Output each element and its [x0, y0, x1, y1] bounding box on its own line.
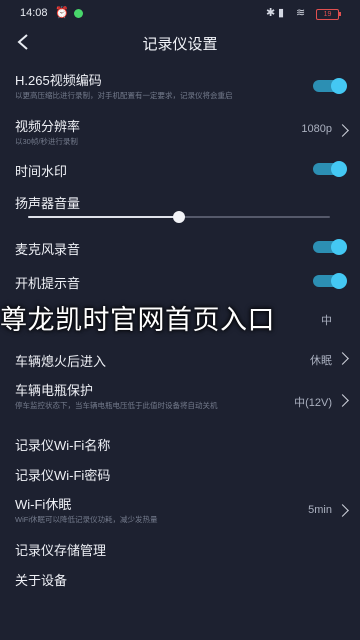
overlay-row-value: 中: [321, 315, 332, 327]
speaker-volume-slider[interactable]: [28, 211, 330, 223]
signal-icon: ▮: [278, 7, 285, 19]
storage-label: 记录仪存储管理: [15, 543, 107, 558]
wifi-password-label: 记录仪Wi-Fi密码: [15, 468, 111, 483]
wifi-icon: ≋: [296, 7, 306, 19]
mic-label: 麦克风录音: [15, 242, 81, 257]
slider-fill: [28, 216, 179, 218]
wifi-sleep-label: Wi-Fi休眠: [15, 497, 72, 512]
after-shutdown-label: 车辆熄火后进入: [15, 354, 107, 369]
battery-protect-label: 车辆电瓶保护: [15, 383, 94, 398]
overlay-banner-text: 尊龙凯时官网首页入口: [0, 305, 275, 336]
h265-desc: 以更高压缩比进行录制，对手机配置有一定要求，记录仪将会重启: [15, 91, 233, 100]
battery-protect-desc: 停车监控状态下，当车辆电瓶电压低于此值时设备将自动关机: [15, 401, 218, 410]
setting-about[interactable]: 关于设备: [0, 565, 360, 591]
h265-toggle[interactable]: [313, 78, 347, 94]
slider-thumb[interactable]: [173, 211, 185, 223]
after-shutdown-value: 休眠: [310, 355, 332, 367]
wifi-sleep-value: 5min: [308, 504, 332, 516]
battery-level: 19: [323, 11, 332, 18]
h265-label: H.265视频编码: [15, 73, 102, 88]
setting-boot-sound: 开机提示音: [0, 268, 360, 294]
setting-time-watermark: 时间水印: [0, 156, 360, 182]
toggle-knob: [331, 273, 347, 289]
setting-battery-protect[interactable]: 车辆电瓶保护 停车监控状态下，当车辆电瓶电压低于此值时设备将自动关机 中(12V…: [0, 376, 360, 416]
setting-speaker-volume: 扬声器音量: [0, 188, 360, 212]
nav-bar: 记录仪设置: [0, 28, 360, 58]
toggle-knob: [331, 78, 347, 94]
time-watermark-toggle[interactable]: [313, 161, 347, 177]
resolution-value: 1080p: [301, 123, 332, 135]
status-time: 14:08: [20, 7, 48, 19]
battery-tip: [339, 12, 341, 16]
setting-storage[interactable]: 记录仪存储管理: [0, 535, 360, 561]
setting-wifi-password[interactable]: 记录仪Wi-Fi密码: [0, 460, 360, 486]
wifi-sleep-desc: WiFi休眠可以降低记录仪功耗，减少发热量: [15, 515, 158, 524]
status-bar: 14:08 ⏰ ✱ ▮ ≋ 19: [0, 0, 360, 28]
resolution-label: 视频分辨率: [15, 119, 81, 134]
alarm-icon: ⏰: [55, 7, 69, 19]
setting-after-shutdown[interactable]: 车辆熄火后进入 休眠: [0, 346, 360, 372]
chevron-right-icon: [336, 352, 349, 365]
setting-wifi-name[interactable]: 记录仪Wi-Fi名称: [0, 430, 360, 456]
chevron-right-icon: [336, 124, 349, 137]
boot-sound-toggle[interactable]: [313, 273, 347, 289]
time-watermark-label: 时间水印: [15, 164, 68, 179]
setting-mic: 麦克风录音: [0, 234, 360, 260]
wifi-name-label: 记录仪Wi-Fi名称: [15, 438, 111, 453]
setting-resolution[interactable]: 视频分辨率 以30帧/秒进行录制 1080p: [0, 112, 360, 150]
resolution-desc: 以30帧/秒进行录制: [15, 137, 78, 146]
page-title: 记录仪设置: [142, 36, 218, 53]
boot-sound-label: 开机提示音: [15, 276, 81, 291]
setting-h265: H.265视频编码 以更高压缩比进行录制，对手机配置有一定要求，记录仪将会重启: [0, 66, 360, 104]
mic-toggle[interactable]: [313, 239, 347, 255]
bluetooth-icon: ✱: [266, 7, 276, 19]
battery-icon: 19: [316, 9, 339, 20]
toggle-knob: [331, 239, 347, 255]
toggle-knob: [331, 161, 347, 177]
chevron-right-icon: [336, 394, 349, 407]
battery-protect-value: 中(12V): [294, 397, 332, 409]
notification-dot-icon: [74, 9, 83, 18]
setting-wifi-sleep[interactable]: Wi-Fi休眠 WiFi休眠可以降低记录仪功耗，减少发热量 5min: [0, 490, 360, 530]
about-label: 关于设备: [15, 573, 68, 588]
speaker-volume-label: 扬声器音量: [15, 196, 81, 211]
chevron-right-icon: [336, 504, 349, 517]
